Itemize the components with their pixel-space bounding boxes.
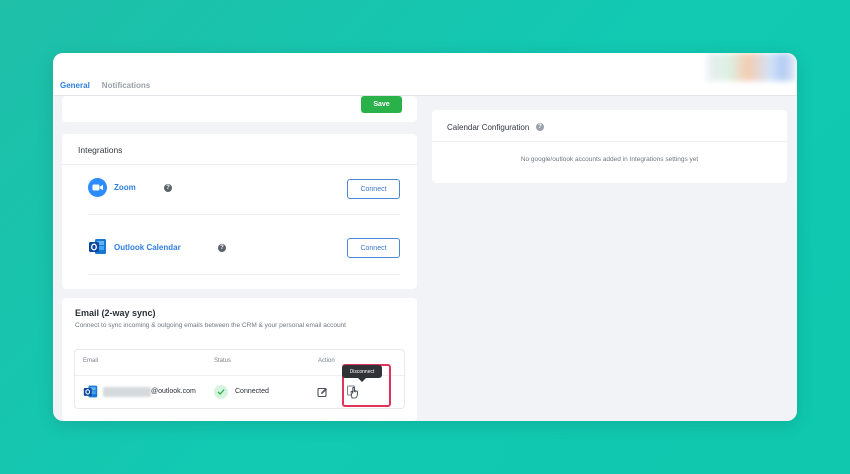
outlook-calendar-label: Outlook Calendar [114, 243, 181, 252]
top-bar: General Notifications [53, 53, 797, 96]
integrations-divider [62, 164, 417, 165]
email-address: @outlook.com [151, 388, 196, 395]
status-badge: Connected [235, 388, 269, 395]
help-icon[interactable]: ? [536, 123, 544, 131]
zoom-label: Zoom [114, 183, 136, 192]
calendar-divider [432, 141, 787, 142]
settings-tabs: General Notifications [60, 81, 150, 90]
email-sync-title: Email (2-way sync) [75, 308, 156, 318]
zoom-connect-button[interactable]: Connect [347, 179, 400, 199]
column-header-status: Status [214, 358, 232, 364]
outlook-icon [83, 384, 98, 399]
column-header-action: Action [318, 358, 335, 364]
email-sync-subtitle: Connect to sync incoming & outgoing emai… [75, 322, 346, 329]
zoom-icon [88, 178, 107, 197]
settings-card-top: Save [62, 96, 417, 122]
integrations-title: Integrations [78, 145, 123, 155]
blurred-user-area [707, 53, 797, 81]
outlook-icon [88, 237, 107, 256]
outlook-connect-button[interactable]: Connect [347, 238, 400, 258]
integration-row-zoom: Zoom ? Connect [88, 174, 400, 215]
column-header-email: Email [83, 358, 99, 364]
help-icon[interactable]: ? [164, 184, 172, 192]
disconnect-tooltip: Disconnect [342, 365, 382, 382]
tab-notifications[interactable]: Notifications [102, 81, 150, 90]
calendar-configuration-title: Calendar Configuration [447, 123, 530, 132]
help-icon[interactable]: ? [218, 244, 226, 252]
calendar-configuration-card: Calendar Configuration ? No google/outlo… [432, 110, 787, 183]
integration-row-outlook-calendar: Outlook Calendar ? Connect [88, 234, 400, 275]
redacted-email-username [103, 387, 151, 397]
save-button[interactable]: Save [361, 96, 402, 113]
app-window: General Notifications Save Integrations … [53, 53, 797, 421]
check-icon [214, 385, 228, 399]
tab-general[interactable]: General [60, 81, 90, 90]
edit-icon[interactable] [317, 385, 328, 398]
calendar-empty-message: No google/outlook accounts added in Inte… [520, 156, 699, 163]
email-sync-card: Email (2-way sync) Connect to sync incom… [62, 298, 417, 421]
integrations-card: Integrations Zoom ? Connect Outlook Cale… [62, 134, 417, 289]
